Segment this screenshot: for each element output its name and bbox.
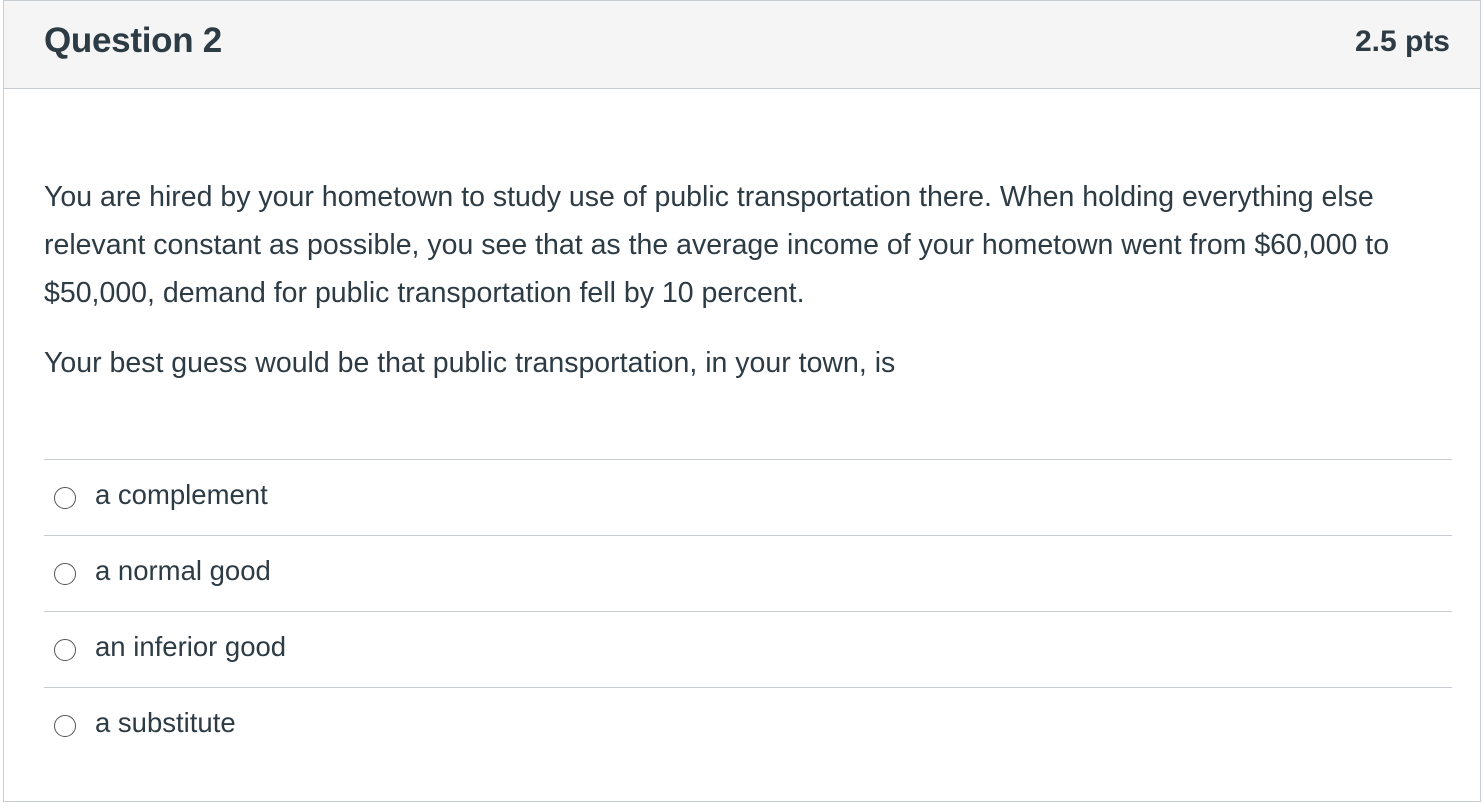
answer-label[interactable]: a substitute	[95, 707, 236, 739]
radio-unchecked-icon[interactable]	[54, 639, 76, 661]
question-header: Question 2 2.5 pts	[4, 1, 1480, 89]
question-card: Question 2 2.5 pts You are hired by your…	[3, 0, 1481, 802]
answer-label[interactable]: a complement	[95, 479, 268, 511]
question-title: Question 2	[44, 21, 222, 60]
question-body: You are hired by your hometown to study …	[44, 173, 1452, 409]
question-text: You are hired by your hometown to study …	[44, 181, 1390, 309]
radio-unchecked-icon[interactable]	[54, 487, 76, 509]
answer-option-a-substitute[interactable]: a substitute	[44, 687, 1452, 763]
question-prompt: Your best guess would be that public tra…	[44, 347, 896, 379]
answer-label[interactable]: a normal good	[95, 555, 271, 587]
question-points: 2.5 pts	[1354, 25, 1450, 58]
answer-label[interactable]: an inferior good	[95, 631, 286, 663]
answer-option-a-complement[interactable]: a complement	[44, 459, 1452, 535]
radio-unchecked-icon[interactable]	[54, 715, 76, 737]
answer-option-an-inferior-good[interactable]: an inferior good	[44, 611, 1452, 687]
answer-option-a-normal-good[interactable]: a normal good	[44, 535, 1452, 611]
answer-list: a complement a normal good an inferior g…	[44, 459, 1452, 763]
radio-unchecked-icon[interactable]	[54, 563, 76, 585]
